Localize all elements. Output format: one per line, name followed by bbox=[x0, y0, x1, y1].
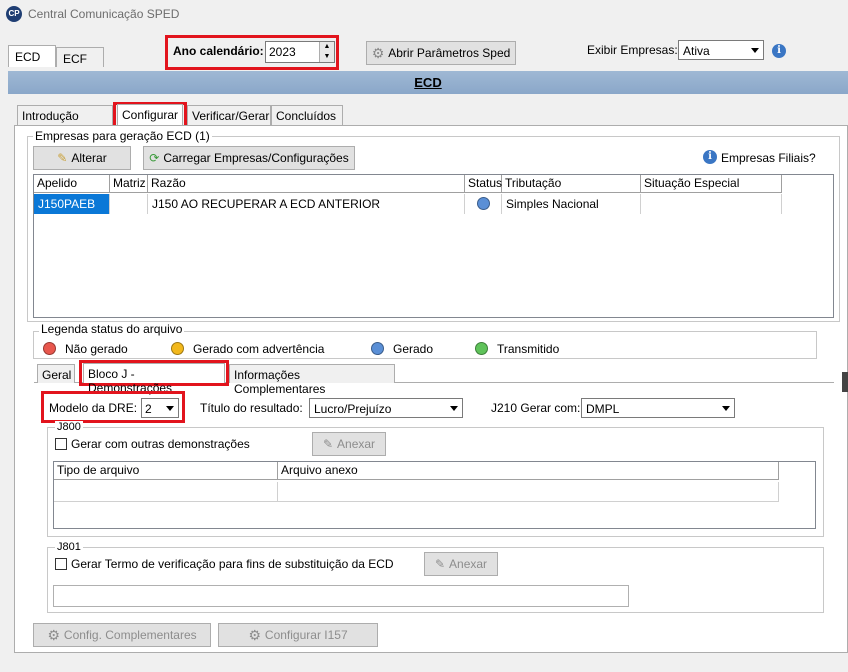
year-spinner[interactable]: 2023 ▲ ▼ bbox=[265, 41, 335, 63]
splitter-handle[interactable] bbox=[842, 372, 848, 392]
modelo-dre-label: Modelo da DRE: bbox=[49, 401, 138, 415]
column-header[interactable]: Tipo de arquivo bbox=[54, 462, 278, 480]
app-logo-icon: CP bbox=[6, 6, 22, 22]
tab-configurar[interactable]: Configurar bbox=[117, 104, 183, 125]
gear-icon: ⚙ bbox=[371, 44, 385, 61]
cell-apelido: J150PAEB bbox=[34, 194, 110, 214]
titulo-resultado-value: Lucro/Prejuízo bbox=[314, 402, 392, 416]
j210-select[interactable]: DMPL bbox=[581, 398, 735, 418]
legend-title: Legenda status do arquivo bbox=[39, 322, 185, 336]
legend-label: Transmitido bbox=[497, 342, 560, 356]
companies-group-title: Empresas para geração ECD (1) bbox=[33, 129, 212, 143]
j801-title: J801 bbox=[55, 541, 83, 553]
j800-checkbox[interactable] bbox=[55, 438, 67, 450]
cell-tipo bbox=[54, 482, 278, 502]
gear-icon: ⚙ bbox=[47, 626, 60, 643]
spin-down-icon[interactable]: ▼ bbox=[319, 52, 334, 62]
refresh-icon: ⟳ bbox=[149, 151, 160, 165]
j800-title: J800 bbox=[55, 421, 83, 433]
info-icon: i bbox=[703, 150, 717, 164]
configurar-i157-button[interactable]: ⚙ Configurar I157 bbox=[218, 623, 378, 647]
open-params-button[interactable]: ⚙ Abrir Parâmetros Sped bbox=[366, 41, 516, 65]
j801-attach-button[interactable]: ✎ Anexar bbox=[424, 552, 498, 576]
status-generated-icon bbox=[371, 342, 384, 355]
j801-checkbox-label: Gerar Termo de verificação para fins de … bbox=[71, 557, 394, 571]
legend-label: Gerado bbox=[393, 342, 434, 356]
titulo-resultado-label: Título do resultado: bbox=[200, 401, 303, 415]
j800-attach-button[interactable]: ✎ Anexar bbox=[312, 432, 386, 456]
table-row[interactable] bbox=[54, 482, 779, 502]
titulo-resultado-select[interactable]: Lucro/Prejuízo bbox=[309, 398, 463, 418]
edit-button[interactable]: ✎ Alterar bbox=[33, 146, 131, 170]
tab-ecd[interactable]: ECD bbox=[8, 45, 56, 67]
cell-razao: J150 AO RECUPERAR A ECD ANTERIOR bbox=[148, 194, 465, 214]
paperclip-icon: ✎ bbox=[322, 437, 334, 451]
j801-checkbox[interactable] bbox=[55, 558, 67, 570]
cell-status bbox=[465, 194, 502, 214]
tab-ecf[interactable]: ECF bbox=[56, 47, 104, 67]
tab-bloco-j[interactable]: Bloco J - Demonstrações bbox=[83, 363, 225, 395]
table-row[interactable]: J150PAEB J150 AO RECUPERAR A ECD ANTERIO… bbox=[34, 194, 782, 214]
tab-verificar-gerar[interactable]: Verificar/Gerar bbox=[187, 105, 271, 125]
legend-label: Não gerado bbox=[65, 342, 128, 356]
column-header[interactable]: Arquivo anexo bbox=[278, 462, 779, 480]
cell-arquivo bbox=[278, 482, 779, 502]
window-title: Central Comunicação SPED bbox=[28, 7, 180, 21]
year-value: 2023 bbox=[269, 45, 296, 59]
show-companies-value: Ativa bbox=[683, 44, 710, 58]
gear-icon: ⚙ bbox=[248, 626, 261, 643]
tab-informacoes-complementares[interactable]: Informações Complementares bbox=[229, 364, 395, 396]
j210-label: J210 Gerar com: bbox=[491, 401, 581, 415]
info-icon[interactable]: i bbox=[772, 44, 786, 58]
cell-situacao bbox=[641, 194, 782, 214]
chevron-down-icon bbox=[446, 400, 461, 416]
column-header[interactable]: Status bbox=[465, 175, 502, 193]
chevron-down-icon bbox=[162, 400, 177, 416]
load-companies-button[interactable]: ⟳ Carregar Empresas/Configurações bbox=[143, 146, 355, 170]
modelo-dre-value: 2 bbox=[145, 402, 152, 416]
config-complementares-button[interactable]: ⚙ Config. Complementares bbox=[33, 623, 211, 647]
column-header[interactable]: Matriz bbox=[110, 175, 148, 193]
column-header[interactable]: Razão bbox=[148, 175, 465, 193]
status-dot-icon bbox=[476, 197, 490, 210]
status-warning-icon bbox=[171, 342, 184, 355]
spin-up-icon[interactable]: ▲ bbox=[319, 42, 334, 52]
section-title-bar: ECD bbox=[8, 71, 848, 94]
tab-introducao-geral[interactable]: Introdução Geral bbox=[17, 105, 113, 137]
tab-concluidos[interactable]: Concluídos bbox=[271, 105, 343, 125]
year-label: Ano calendário: bbox=[173, 44, 264, 58]
show-companies-select[interactable]: Ativa bbox=[678, 40, 764, 60]
filiais-link[interactable]: Empresas Filiais? bbox=[721, 151, 816, 165]
column-header[interactable]: Situação Especial bbox=[641, 175, 782, 193]
modelo-dre-select[interactable]: 2 bbox=[141, 398, 179, 418]
companies-table: Apelido Matriz Razão Status Tributação S… bbox=[33, 174, 834, 318]
status-transmitted-icon bbox=[475, 342, 488, 355]
j800-attachments-table: Tipo de arquivo Arquivo anexo bbox=[53, 461, 816, 529]
show-companies-label: Exibir Empresas: bbox=[587, 43, 678, 57]
column-header[interactable]: Tributação bbox=[502, 175, 641, 193]
j801-file-field[interactable] bbox=[53, 585, 629, 607]
chevron-down-icon bbox=[747, 42, 762, 58]
chevron-down-icon bbox=[718, 400, 733, 416]
cell-matriz bbox=[110, 194, 148, 214]
paperclip-icon: ✎ bbox=[434, 557, 446, 571]
pencil-icon: ✎ bbox=[57, 151, 68, 165]
tab-geral[interactable]: Geral bbox=[37, 364, 75, 383]
j210-value: DMPL bbox=[586, 402, 620, 416]
column-header[interactable]: Apelido bbox=[34, 175, 110, 193]
cell-tributacao: Simples Nacional bbox=[502, 194, 641, 214]
legend-label: Gerado com advertência bbox=[193, 342, 325, 356]
j800-checkbox-label: Gerar com outras demonstrações bbox=[71, 437, 250, 451]
status-not-generated-icon bbox=[43, 342, 56, 355]
